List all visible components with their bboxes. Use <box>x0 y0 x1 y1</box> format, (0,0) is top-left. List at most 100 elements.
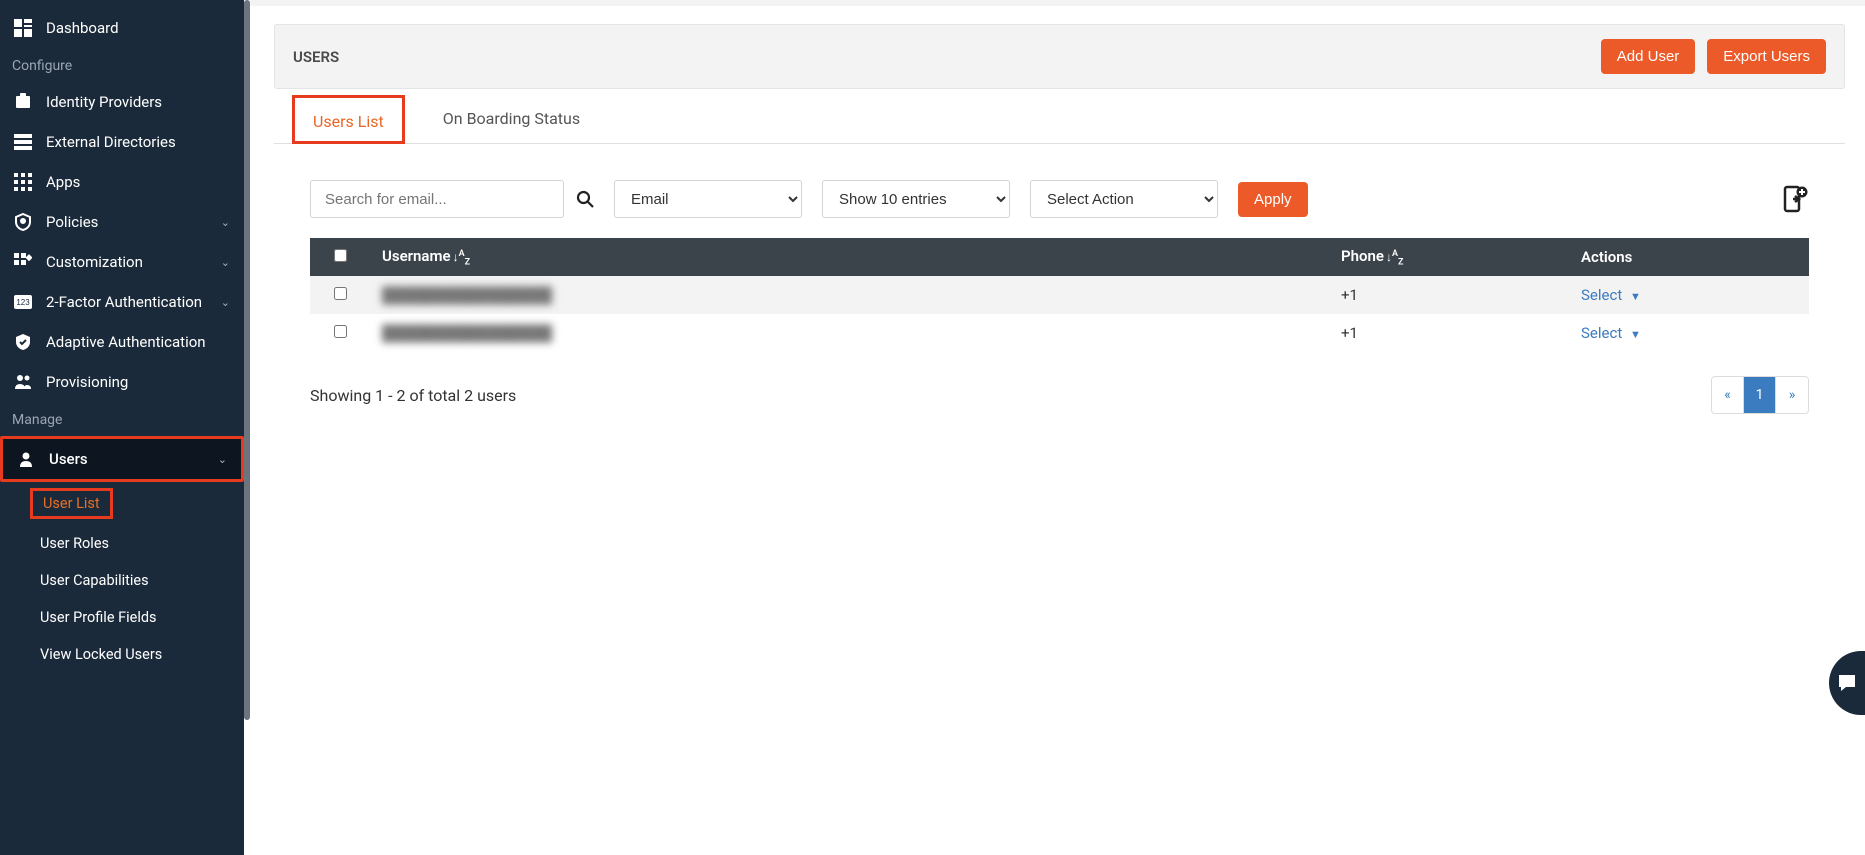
sidebar-subitem-label: User Roles <box>40 535 109 552</box>
adaptive-auth-icon <box>14 333 32 351</box>
sidebar-item-label: Identity Providers <box>46 93 162 111</box>
tab-label: On Boarding Status <box>443 109 580 128</box>
row-action-label: Select <box>1581 286 1622 304</box>
sidebar-subitem-label: User Profile Fields <box>40 609 157 626</box>
sidebar-subitem-label: View Locked Users <box>40 646 162 663</box>
sort-icon: ↓AZ <box>453 250 470 264</box>
sidebar-subitem-user-capabilities[interactable]: User Capabilities <box>0 562 244 599</box>
sidebar-item-label: Customization <box>46 253 143 271</box>
users-table-wrap: Username↓AZ Phone↓AZ Actions ███████████… <box>274 238 1845 352</box>
sidebar-section-configure: Configure <box>0 48 244 82</box>
page-current-label: 1 <box>1756 387 1764 403</box>
search-button[interactable] <box>576 190 594 208</box>
col-label: Phone <box>1341 247 1384 265</box>
main-content: USERS Add User Export Users Users List O… <box>244 0 1865 855</box>
select-all-header <box>310 238 370 276</box>
sidebar-item-external-directories[interactable]: External Directories <box>0 122 244 162</box>
page-prev-button[interactable]: « <box>1712 377 1744 413</box>
sidebar-item-label: 2-Factor Authentication <box>46 293 202 311</box>
chevron-down-icon: ⌄ <box>221 256 230 269</box>
sidebar-item-users[interactable]: Users ⌄ <box>0 436 244 482</box>
table-row: ████████████████ +1 Select ▼ <box>310 276 1809 314</box>
page-1-button[interactable]: 1 <box>1744 377 1776 413</box>
tab-users-list[interactable]: Users List <box>292 95 405 144</box>
tab-onboarding-status[interactable]: On Boarding Status <box>437 91 586 143</box>
export-users-button[interactable]: Export Users <box>1707 39 1826 74</box>
customization-icon <box>14 253 32 271</box>
pagination: « 1 » <box>1711 376 1809 414</box>
sidebar-item-customization[interactable]: Customization ⌄ <box>0 242 244 282</box>
page-header: USERS Add User Export Users <box>274 24 1845 89</box>
provisioning-icon <box>14 373 32 391</box>
tab-label: Users List <box>313 112 384 131</box>
sidebar-item-apps[interactable]: Apps <box>0 162 244 202</box>
topbar-spacer <box>244 0 1865 6</box>
col-label: Username <box>382 247 451 265</box>
filter-row: Email Show 10 entries Select Action Appl… <box>274 144 1845 238</box>
sidebar-subitem-user-list[interactable]: User List <box>30 488 113 519</box>
sidebar-subitem-user-roles[interactable]: User Roles <box>0 525 244 562</box>
sidebar-item-label: Apps <box>46 173 80 191</box>
row-action-label: Select <box>1581 324 1622 342</box>
sidebar-item-adaptive-auth[interactable]: Adaptive Authentication <box>0 322 244 362</box>
table-footer: Showing 1 - 2 of total 2 users « 1 » <box>274 352 1845 438</box>
users-icon <box>17 450 35 468</box>
entries-select[interactable]: Show 10 entries <box>822 180 1010 218</box>
page-title: USERS <box>293 48 339 66</box>
phone-header[interactable]: Phone↓AZ <box>1329 238 1569 276</box>
sidebar-item-policies[interactable]: Policies ⌄ <box>0 202 244 242</box>
page-next-button[interactable]: » <box>1776 377 1808 413</box>
action-select[interactable]: Select Action <box>1030 180 1218 218</box>
caret-down-icon: ▼ <box>1630 328 1641 341</box>
sidebar-subitem-label: User List <box>43 495 100 512</box>
idp-icon <box>14 93 32 111</box>
select-all-checkbox[interactable] <box>334 249 347 262</box>
search-input[interactable] <box>310 180 564 218</box>
sidebar-subitem-user-profile-fields[interactable]: User Profile Fields <box>0 599 244 636</box>
showing-text: Showing 1 - 2 of total 2 users <box>310 386 516 405</box>
sidebar-item-label: Provisioning <box>46 373 128 391</box>
phone-cell: +1 <box>1341 324 1358 342</box>
apply-button[interactable]: Apply <box>1238 182 1308 217</box>
tabs: Users List On Boarding Status <box>274 91 1845 144</box>
table-header-row: Username↓AZ Phone↓AZ Actions <box>310 238 1809 276</box>
sidebar-item-label: External Directories <box>46 133 176 151</box>
users-table: Username↓AZ Phone↓AZ Actions ███████████… <box>310 238 1809 352</box>
sidebar-scrollbar[interactable] <box>244 0 250 720</box>
twofa-icon: 123 <box>14 293 32 311</box>
row-action-select[interactable]: Select ▼ <box>1581 324 1641 342</box>
sidebar-item-2fa[interactable]: 123 2-Factor Authentication ⌄ <box>0 282 244 322</box>
row-action-select[interactable]: Select ▼ <box>1581 286 1641 304</box>
sidebar-item-label: Policies <box>46 213 98 231</box>
username-cell: ████████████████ <box>382 286 552 304</box>
chevron-down-icon: ⌄ <box>221 296 230 309</box>
sidebar-section-manage: Manage <box>0 402 244 436</box>
caret-down-icon: ▼ <box>1630 290 1641 303</box>
sidebar-subitem-view-locked-users[interactable]: View Locked Users <box>0 636 244 673</box>
sort-icon: ↓AZ <box>1386 250 1403 264</box>
sidebar-subitem-label: User Capabilities <box>40 572 149 589</box>
add-device-icon[interactable] <box>1781 185 1809 213</box>
ext-dir-icon <box>14 133 32 151</box>
page-next-label: » <box>1789 387 1796 403</box>
sidebar-item-dashboard[interactable]: Dashboard <box>0 8 244 48</box>
policies-icon <box>14 213 32 231</box>
chevron-down-icon: ⌄ <box>218 453 227 466</box>
row-checkbox[interactable] <box>334 287 347 300</box>
svg-text:123: 123 <box>16 298 30 307</box>
sidebar-item-label: Adaptive Authentication <box>46 333 206 351</box>
username-header[interactable]: Username↓AZ <box>370 238 1329 276</box>
search-icon <box>576 190 594 208</box>
apps-icon <box>14 173 32 191</box>
page-prev-label: « <box>1724 387 1731 403</box>
sidebar-item-provisioning[interactable]: Provisioning <box>0 362 244 402</box>
row-checkbox[interactable] <box>334 325 347 338</box>
add-user-button[interactable]: Add User <box>1601 39 1696 74</box>
page-header-actions: Add User Export Users <box>1601 39 1826 74</box>
col-label: Actions <box>1581 248 1632 266</box>
username-cell: ████████████████ <box>382 324 552 342</box>
chat-icon <box>1836 672 1858 694</box>
field-select[interactable]: Email <box>614 180 802 218</box>
table-row: ████████████████ +1 Select ▼ <box>310 314 1809 352</box>
sidebar-item-identity-providers[interactable]: Identity Providers <box>0 82 244 122</box>
